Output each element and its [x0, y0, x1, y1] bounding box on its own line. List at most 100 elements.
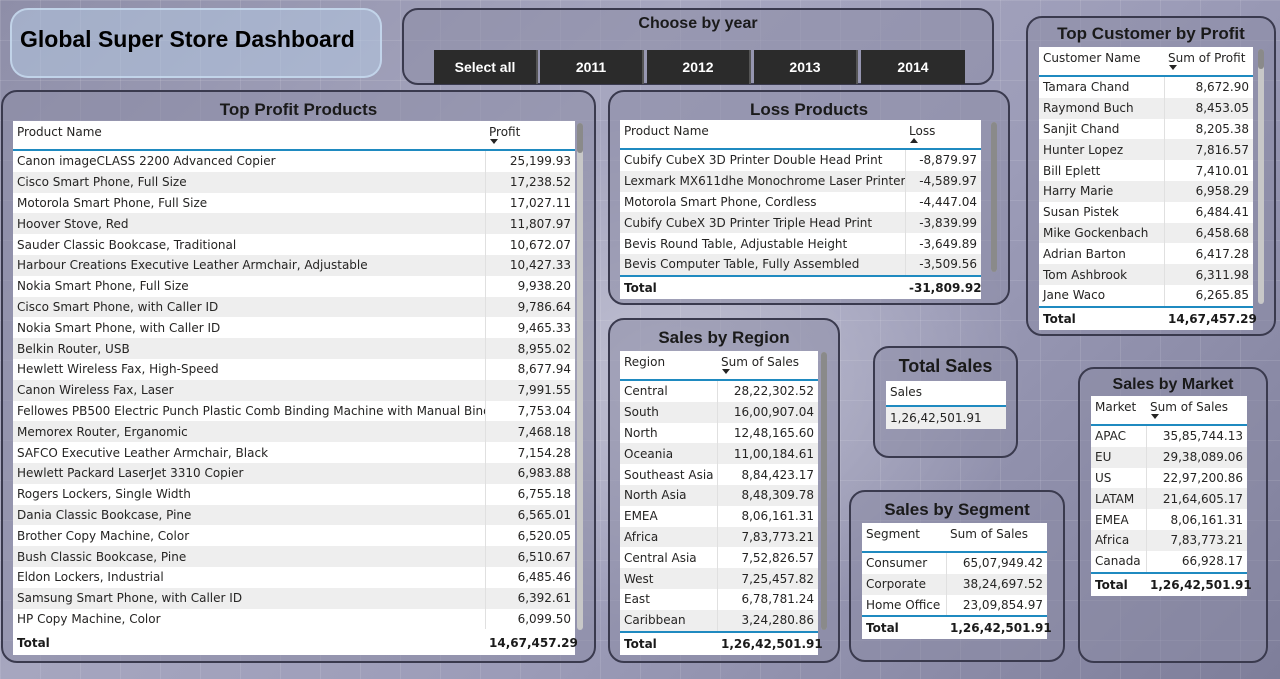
table-row[interactable]: Cisco Smart Phone, with Caller ID 9,786.6…	[13, 296, 575, 318]
cell-label: Tom Ashbrook	[1043, 267, 1128, 282]
table-row[interactable]: Bevis Computer Table, Fully Assembled -3,…	[620, 253, 981, 275]
table-row[interactable]: Home Office 23,09,854.97	[862, 594, 1047, 616]
table-row[interactable]: EU 29,38,089.06	[1091, 446, 1247, 468]
table-row[interactable]: Central Asia 7,52,826.57	[620, 547, 818, 569]
table-row[interactable]: East 6,78,781.24	[620, 588, 818, 610]
table-row[interactable]: Africa 7,83,773.21	[620, 526, 818, 548]
table-row[interactable]: Bevis Round Table, Adjustable Height -3,6…	[620, 233, 981, 254]
table-row[interactable]: SAFCO Executive Leather Armchair, Black 7…	[13, 442, 575, 463]
cell-label: Bevis Round Table, Adjustable Height	[624, 236, 848, 251]
table-row[interactable]: Harry Marie 6,958.29	[1039, 180, 1253, 202]
table-row[interactable]: Hunter Lopez 7,816.57	[1039, 139, 1253, 161]
table-row[interactable]: Eldon Lockers, Industrial 6,485.46	[13, 566, 575, 588]
table-row[interactable]: North 12,48,165.60	[620, 422, 818, 444]
year-button-2013[interactable]: 2013	[754, 50, 858, 84]
table-row[interactable]: Cisco Smart Phone, Full Size 17,238.52	[13, 171, 575, 193]
table-row[interactable]: Consumer 65,07,949.42	[862, 553, 1047, 574]
cell-value: 7,25,457.82	[717, 568, 818, 589]
year-button-2014[interactable]: 2014	[861, 50, 965, 84]
top-profit-scrollbar[interactable]	[577, 123, 583, 630]
table-row[interactable]: EMEA 8,06,161.31	[1091, 509, 1247, 530]
table-row[interactable]: Hoover Stove, Red 11,807.97	[13, 213, 575, 235]
table-row[interactable]: Motorola Smart Phone, Full Size 17,027.11	[13, 192, 575, 214]
scroll-thumb[interactable]	[991, 122, 997, 272]
table-row[interactable]: Oceania 11,00,184.61	[620, 443, 818, 465]
year-button-2012[interactable]: 2012	[647, 50, 751, 84]
table-row[interactable]: Rogers Lockers, Single Width 6,755.18	[13, 483, 575, 505]
column-header-loss[interactable]: Loss	[905, 120, 981, 148]
table-row[interactable]: North Asia 8,48,309.78	[620, 484, 818, 506]
sales-region-scrollbar[interactable]	[821, 352, 827, 630]
table-row[interactable]: Southeast Asia 8,84,423.17	[620, 464, 818, 485]
table-row[interactable]: Dania Classic Bookcase, Pine 6,565.01	[13, 504, 575, 526]
table-row[interactable]: Lexmark MX611dhe Monochrome Laser Printe…	[620, 170, 981, 192]
table-row[interactable]: EMEA 8,06,161.31	[620, 505, 818, 527]
table-row[interactable]: Corporate 38,24,697.52	[862, 573, 1047, 595]
column-header-sum-of-sales[interactable]: Sum of Sales	[717, 351, 818, 379]
loss-products-table: Product Name Loss Cubify CubeX 3D Printe…	[620, 120, 982, 299]
table-row[interactable]: Nokia Smart Phone, Full Size 9,938.20	[13, 275, 575, 297]
table-row[interactable]: Canon imageCLASS 2200 Advanced Copier 25,…	[13, 151, 575, 172]
column-header-product-name[interactable]: Product Name	[620, 120, 905, 148]
cell-value: 8,677.94	[485, 358, 575, 380]
table-row[interactable]: Jane Waco 6,265.85	[1039, 284, 1253, 306]
top-customer-scrollbar[interactable]	[1258, 49, 1264, 304]
table-row[interactable]: Harbour Creations Executive Leather Armc…	[13, 254, 575, 276]
table-row[interactable]: Africa 7,83,773.21	[1091, 529, 1247, 551]
cell-label: North Asia	[624, 488, 687, 503]
year-button-2011[interactable]: 2011	[540, 50, 644, 84]
table-row[interactable]: US 22,97,200.86	[1091, 467, 1247, 489]
column-header-segment[interactable]: Segment	[862, 523, 946, 551]
scroll-thumb[interactable]	[1258, 49, 1264, 69]
table-row[interactable]: Raymond Buch 8,453.05	[1039, 97, 1253, 119]
cell-value: 66,928.17	[1146, 550, 1247, 572]
column-header-region[interactable]: Region	[620, 351, 717, 379]
table-row[interactable]: HP Copy Machine, Color 6,099.50	[13, 608, 575, 630]
table-row[interactable]: Samsung Smart Phone, with Caller ID 6,392…	[13, 587, 575, 609]
table-row[interactable]: West 7,25,457.82	[620, 568, 818, 589]
column-header-sum-of-profit[interactable]: Sum of Profit	[1164, 47, 1253, 75]
table-row[interactable]: Fellowes PB500 Electric Punch Plastic Co…	[13, 400, 575, 422]
table-row[interactable]: Belkin Router, USB 8,955.02	[13, 338, 575, 359]
cell-label: Cubify CubeX 3D Printer Double Head Prin…	[624, 153, 883, 168]
table-row[interactable]: LATAM 21,64,605.17	[1091, 488, 1247, 510]
table-row[interactable]: Canon Wireless Fax, Laser 7,991.55	[13, 379, 575, 401]
column-header-profit[interactable]: Profit	[485, 121, 575, 149]
table-row[interactable]: Bill Eplett 7,410.01	[1039, 160, 1253, 181]
column-header-market[interactable]: Market	[1091, 396, 1146, 424]
column-header-customer-name[interactable]: Customer Name	[1039, 47, 1164, 75]
table-row[interactable]: Tom Ashbrook 6,311.98	[1039, 264, 1253, 285]
table-row[interactable]: Canada 66,928.17	[1091, 550, 1247, 572]
table-row[interactable]: Sauder Classic Bookcase, Traditional 10,6…	[13, 234, 575, 255]
table-row[interactable]: Bush Classic Bookcase, Pine 6,510.67	[13, 546, 575, 567]
table-body: APAC 35,85,744.13 EU 29,38,089.06 US 22,97,20…	[1091, 426, 1247, 572]
table-row[interactable]: Motorola Smart Phone, Cordless -4,447.04	[620, 191, 981, 213]
loss-products-scrollbar[interactable]	[991, 122, 997, 272]
table-row[interactable]: Adrian Barton 6,417.28	[1039, 243, 1253, 265]
table-row[interactable]: Nokia Smart Phone, with Caller ID 9,465.3…	[13, 317, 575, 339]
table-row[interactable]: Tamara Chand 8,672.90	[1039, 77, 1253, 98]
table-row[interactable]: APAC 35,85,744.13	[1091, 426, 1247, 447]
table-row[interactable]: Hewlett Wireless Fax, High-Speed 8,677.94	[13, 358, 575, 380]
table-row[interactable]: Hewlett Packard LaserJet 3310 Copier 6,98…	[13, 462, 575, 484]
table-row[interactable]: Caribbean 3,24,280.86	[620, 609, 818, 631]
table-row[interactable]: Memorex Router, Erganomic 7,468.18	[13, 421, 575, 443]
year-button-select-all[interactable]: Select all	[434, 50, 538, 84]
table-row[interactable]: Cubify CubeX 3D Printer Double Head Prin…	[620, 150, 981, 171]
table-row[interactable]: Sanjit Chand 8,205.38	[1039, 118, 1253, 140]
table-total-row: Total 1,26,42,501.91	[620, 630, 823, 655]
column-header-sum-of-sales[interactable]: Sum of Sales	[946, 523, 1047, 551]
cell-label: Africa	[624, 529, 659, 544]
cell-value: -3,839.99	[905, 212, 981, 234]
table-row[interactable]: Mike Gockenbach 6,458.68	[1039, 222, 1253, 244]
table-row[interactable]: Cubify CubeX 3D Printer Triple Head Prin…	[620, 212, 981, 234]
table-row[interactable]: South 16,00,907.04	[620, 401, 818, 423]
column-header-sum-of-sales[interactable]: Sum of Sales	[1146, 396, 1247, 424]
column-header-product-name[interactable]: Product Name	[13, 121, 485, 149]
cell-value: 9,938.20	[485, 275, 575, 297]
table-row[interactable]: Central 28,22,302.52	[620, 381, 818, 402]
table-row[interactable]: Susan Pistek 6,484.41	[1039, 201, 1253, 223]
table-row[interactable]: Brother Copy Machine, Color 6,520.05	[13, 525, 575, 547]
scroll-thumb[interactable]	[577, 123, 583, 153]
scroll-thumb[interactable]	[821, 352, 827, 630]
